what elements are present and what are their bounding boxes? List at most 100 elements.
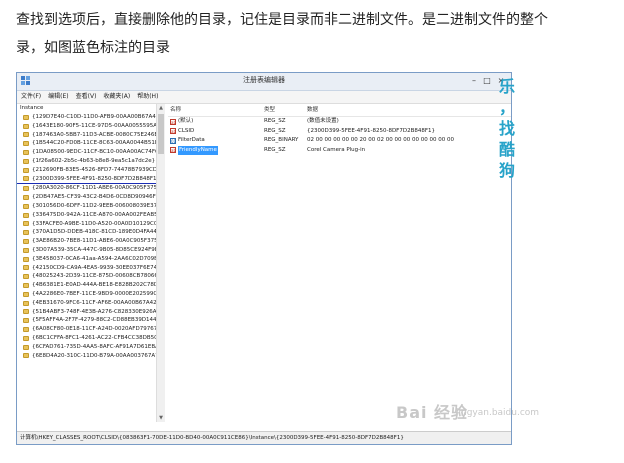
tree-node[interactable]: {6BC1CFFA-8FC1-4261-AC22-CFB4CC38DB50}	[17, 334, 164, 343]
tree-node[interactable]: {6CFAD761-735D-4AA5-8AFC-AF91A7D61EBA}	[17, 343, 164, 352]
tree-scrollbar[interactable]: ▲ ▼	[156, 104, 165, 422]
folder-icon	[23, 212, 29, 218]
folder-icon	[23, 283, 29, 289]
tree-node[interactable]: {187463A0-5BB7-11D3-ACBE-0080C75E246E}	[17, 131, 164, 140]
menu-view[interactable]: 查看(V)	[76, 91, 97, 103]
watermark-url: jingyan.baidu.com	[456, 408, 540, 418]
folder-icon	[23, 114, 29, 120]
tree-node-label: {129D7E40-C10D-11D0-AFB9-00AA00B67A42}	[32, 114, 163, 120]
value-name: CLSID	[178, 127, 195, 134]
scroll-down-arrow-icon[interactable]: ▼	[157, 414, 165, 422]
tree-node-label: {1B544C20-FD0B-11CE-8C63-00AA0044B51E}	[32, 140, 162, 147]
value-row[interactable]: ab CLSID REG_SZ {2300D399-5FEE-4F91-8250-8D…	[168, 127, 511, 137]
tree-node[interactable]: {301056D0-6DFF-11D2-9EEB-006008039E37}	[17, 202, 164, 211]
value-type: REG_SZ	[264, 118, 286, 124]
tree-node[interactable]: {129D7E40-C10D-11D0-AFB9-00AA00B67A42}	[17, 113, 164, 122]
tree-node[interactable]: {212690FB-83E5-4526-8FD7-74478B7939CD}	[17, 166, 164, 175]
value-name: (默认)	[178, 118, 194, 124]
tree-node[interactable]: {3D07A539-35CA-447C-9B05-8D85CE924F9E}	[17, 246, 164, 255]
tree-node[interactable]: {280A3020-86CF-11D1-ABE6-00A0C905F375}	[17, 184, 164, 193]
folder-icon	[23, 309, 29, 315]
tree-node-selected[interactable]: {2300D399-5FEE-4F91-8250-8DF7D2B848F1}	[17, 175, 164, 185]
scrollbar-thumb[interactable]	[158, 114, 164, 154]
tree-node[interactable]: {42150CD9-CA9A-4EA5-9939-30EE037F6E74}	[17, 264, 164, 273]
value-row[interactable]: ab (默认) REG_SZ (数值未设置)	[168, 117, 511, 127]
folder-icon	[23, 247, 29, 253]
value-name: FriendlyName	[178, 145, 218, 155]
maximize-button[interactable]: □	[480, 74, 494, 87]
column-header-data[interactable]: 数据	[307, 104, 511, 116]
folder-icon	[23, 186, 29, 192]
folder-icon	[23, 141, 29, 147]
value-row[interactable]: 01 FilterData REG_BINARY 02 00 00 00 00 00 …	[168, 136, 511, 146]
list-rows: ab (默认) REG_SZ (数值未设置) ab CLSID REG_SZ {2300D39…	[168, 117, 511, 155]
tree-node-label: {336475D0-942A-11CE-A870-00AA002FEAB5}	[32, 211, 162, 218]
value-row[interactable]: ab FriendlyName REG_SZ Corel Camera Plug-in	[168, 145, 511, 155]
menu-favorites[interactable]: 收藏夹(A)	[103, 91, 130, 103]
registry-tree: Instance {129D7E40-C10D-11D0-AFB9-00AA00…	[17, 104, 165, 422]
tree-node-label: {51B4ABF3-748F-4E3B-A276-C828330E926A}	[32, 308, 161, 315]
folder-icon	[23, 265, 29, 271]
folder-icon	[23, 327, 29, 333]
tree-node-label: {48025243-2D39-11CE-875D-00608CB78066}	[32, 273, 162, 280]
tree-node[interactable]: {3AE86B20-7BE8-11D1-ABE6-00A0C905F375}	[17, 237, 164, 246]
tree-node[interactable]: {4B6381E1-E0AD-444A-BE18-E828B202C78D}	[17, 281, 164, 290]
folder-icon	[23, 195, 29, 201]
folder-icon	[23, 203, 29, 209]
tree-node[interactable]: {1f26a602-2b5c-4b63-b8e8-9ea5c1a7dc2e}	[17, 157, 164, 166]
string-value-icon: ab	[170, 118, 176, 125]
column-header-name[interactable]: 名称	[168, 104, 264, 116]
tree-node-label: {4B6381E1-E0AD-444A-BE18-E828B202C78D}	[32, 282, 162, 289]
value-name-cell: 01 FilterData	[168, 136, 264, 146]
tree-root-instance[interactable]: Instance	[17, 104, 164, 113]
folder-icon	[23, 300, 29, 306]
menu-file[interactable]: 文件(F)	[21, 91, 41, 103]
tree-node[interactable]: {1643E180-90F5-11CE-97D5-00AA0055595A}	[17, 122, 164, 131]
value-name: FilterData	[178, 137, 205, 143]
value-data: 02 00 00 00 00 00 20 00 02 00 00 00 00 0…	[307, 137, 454, 143]
tree-node[interactable]: {4A2286E0-7BEF-11CE-9BD9-0000E202599C}	[17, 290, 164, 299]
tree-node-label: {3E458037-0CA6-41aa-A594-2AA6C02D709B}	[32, 255, 162, 262]
folder-icon	[23, 132, 29, 138]
tree-node[interactable]: {33FACFE0-A9BE-11D0-A520-00A0D10129C0}	[17, 220, 164, 229]
side-text: 乐，找酷狗	[498, 77, 515, 180]
tree-node[interactable]: {2DB47AE5-CF39-43C2-B4D6-0CD8D90946F4}	[17, 193, 164, 202]
title-bar[interactable]: 注册表编辑器 – □ ×	[17, 73, 511, 91]
tree-node[interactable]: {1B544C20-FD0B-11CE-8C63-00AA0044B51E}	[17, 139, 164, 148]
tree-node-label: {187463A0-5BB7-11D3-ACBE-0080C75E246E}	[32, 131, 162, 138]
menu-help[interactable]: 帮助(H)	[137, 91, 158, 103]
tree-node-label: {6BC1CFFA-8FC1-4261-AC22-CFB4CC38DB50}	[32, 334, 162, 341]
value-data: (数值未设置)	[307, 118, 339, 124]
tree-node-label: {3AE86B20-7BE8-11D1-ABE6-00A0C905F375}	[32, 238, 162, 245]
intro-line-2: 录，如图蓝色标注的目录	[16, 40, 170, 56]
tree-node-label: {1DA08500-9EDC-11CF-BC10-00AA00AC74F6}	[32, 149, 163, 156]
tree-node[interactable]: {336475D0-942A-11CE-A870-00AA002FEAB5}	[17, 211, 164, 220]
tree-node-label: {280A3020-86CF-11D1-ABE6-00A0C905F375}	[32, 185, 161, 192]
tree-node-label: {5F5AFF4A-2F7F-4279-88C2-CD88EB39D144}	[32, 317, 161, 324]
tree-node-label: {370A1D5D-DDEB-418C-81CD-189E0D4FA443}	[32, 229, 164, 236]
folder-icon	[23, 123, 29, 129]
tree-node[interactable]: {48025243-2D39-11CE-875D-00608CB78066}	[17, 272, 164, 281]
tree-node[interactable]: {6E8D4A20-310C-11D0-B79A-00AA003767A7}	[17, 352, 164, 361]
folder-icon	[23, 274, 29, 280]
tree-node[interactable]: {1DA08500-9EDC-11CF-BC10-00AA00AC74F6}	[17, 148, 164, 157]
tree-node[interactable]: {6A08CF80-0E18-11CF-A24D-0020AFD79767}	[17, 325, 164, 334]
menu-edit[interactable]: 编辑(E)	[48, 91, 68, 103]
tree-node[interactable]: {5F5AFF4A-2F7F-4279-88C2-CD88EB39D144}	[17, 316, 164, 325]
tree-node[interactable]: {3E458037-0CA6-41aa-A594-2AA6C02D709B}	[17, 255, 164, 264]
tree-node-label: {33FACFE0-A9BE-11D0-A520-00A0D10129C0}	[32, 220, 161, 227]
tree-node-label: {4A2286E0-7BEF-11CE-9BD9-0000E202599C}	[32, 290, 161, 297]
tree-node-label: {42150CD9-CA9A-4EA5-9939-30EE037F6E74}	[32, 264, 161, 271]
folder-icon	[23, 256, 29, 262]
values-list: 名称 类型 数据 ab (默认) REG_SZ (数值未设置) ab CLSID REG_S…	[168, 104, 511, 422]
value-name-cell: ab FriendlyName	[168, 145, 264, 155]
folder-icon	[23, 344, 29, 350]
tree-node[interactable]: {370A1D5D-DDEB-418C-81CD-189E0D4FA443}	[17, 228, 164, 237]
tree-node[interactable]: {51B4ABF3-748F-4E3B-A276-C828330E926A}	[17, 308, 164, 317]
tree-node[interactable]: {4EB31670-9FC6-11CF-AF6E-00AA00B67A42}	[17, 299, 164, 308]
tree-node-label: {1643E180-90F5-11CE-97D5-00AA0055595A}	[32, 122, 161, 129]
scroll-up-arrow-icon[interactable]: ▲	[157, 104, 165, 112]
minimize-button[interactable]: –	[467, 74, 481, 87]
value-name-cell: ab CLSID	[168, 127, 264, 137]
column-header-type[interactable]: 类型	[264, 104, 307, 116]
